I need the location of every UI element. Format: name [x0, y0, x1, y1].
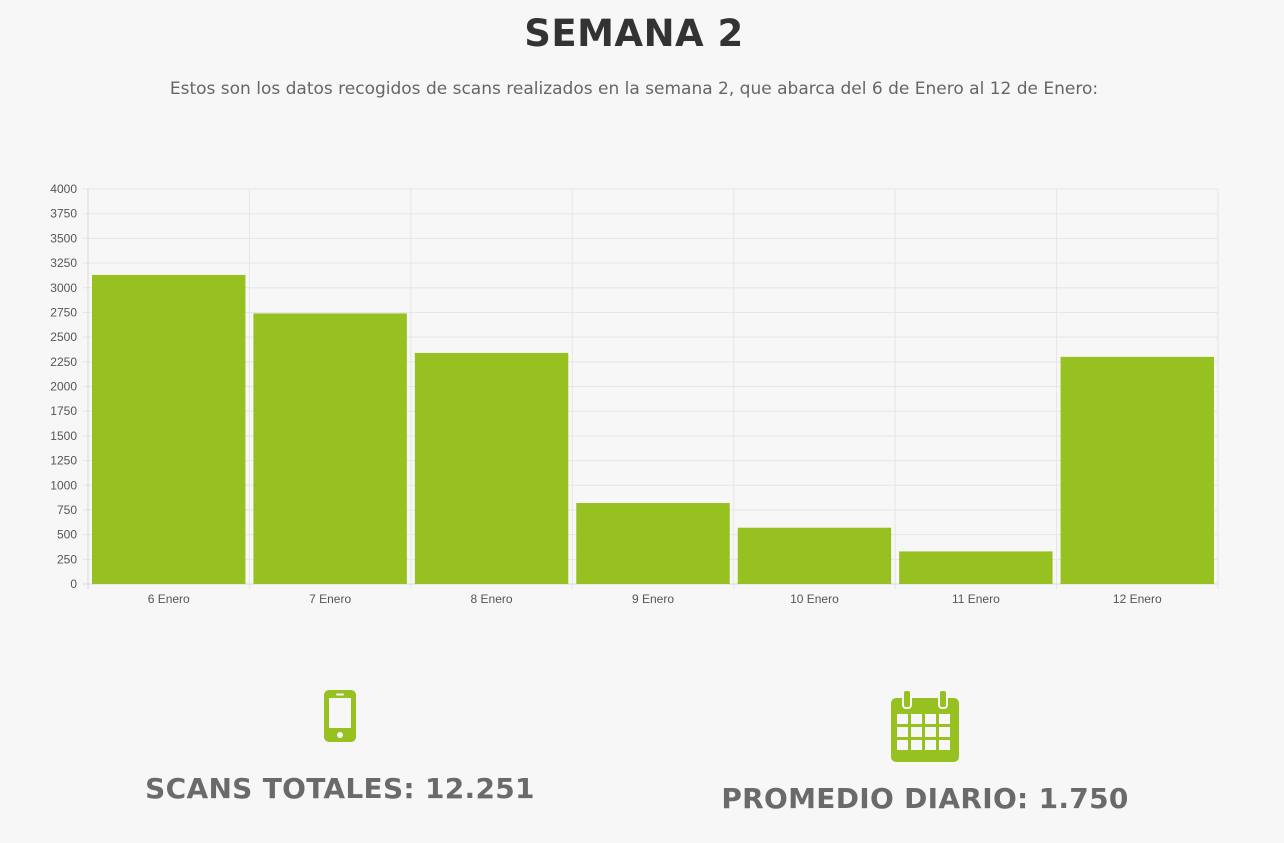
y-tick-label: 4000: [50, 182, 77, 196]
y-tick-label: 3250: [50, 256, 77, 270]
bar: [92, 274, 246, 584]
smartphone-icon: [324, 690, 356, 742]
daily-average-stat: PROMEDIO DIARIO: 1.750: [700, 690, 1150, 815]
page-title: SEMANA 2: [524, 12, 744, 55]
y-tick-label: 0: [70, 577, 77, 591]
bar: [899, 551, 1053, 584]
y-tick-label: 250: [57, 552, 77, 566]
y-tick-label: 1500: [50, 429, 77, 443]
x-tick-label: 8 Enero: [471, 592, 513, 606]
y-tick-label: 1000: [50, 478, 77, 492]
scans-total-text: SCANS TOTALES: 12.251: [145, 772, 535, 805]
bar: [576, 503, 730, 584]
bar: [414, 352, 569, 584]
y-tick-label: 2750: [50, 305, 77, 319]
y-tick-label: 2000: [50, 380, 77, 394]
bar-chart: 0 250 500 750 1000 1250 1500 1750 2000 2250 2500 27…: [50, 182, 1219, 606]
x-tick-label: 6 Enero: [148, 592, 190, 606]
x-tick-label: 12 Enero: [1113, 592, 1162, 606]
y-tick-label: 750: [57, 503, 77, 517]
scans-total-stat: SCANS TOTALES: 12.251: [130, 690, 550, 805]
x-tick-label: 7 Enero: [309, 592, 351, 606]
y-tick-label: 3500: [50, 231, 77, 245]
bar: [737, 527, 892, 584]
y-tick-label: 500: [57, 528, 77, 542]
page-subtitle: Estos son los datos recogidos de scans r…: [169, 79, 1099, 99]
y-tick-label: 1250: [50, 454, 77, 468]
y-tick-label: 1750: [50, 404, 77, 418]
bar: [1060, 356, 1214, 584]
x-tick-label: 10 Enero: [790, 592, 839, 606]
daily-average-text: PROMEDIO DIARIO: 1.750: [721, 782, 1129, 815]
y-tick-label: 2500: [50, 330, 77, 344]
y-tick-label: 3000: [50, 281, 77, 295]
y-tick-label: 2250: [50, 355, 77, 369]
x-tick-label: 11 Enero: [952, 592, 1000, 606]
x-tick-label: 9 Enero: [632, 592, 674, 606]
calendar-icon: [891, 690, 959, 762]
y-tick-label: 3750: [50, 207, 77, 221]
bar: [253, 313, 407, 584]
